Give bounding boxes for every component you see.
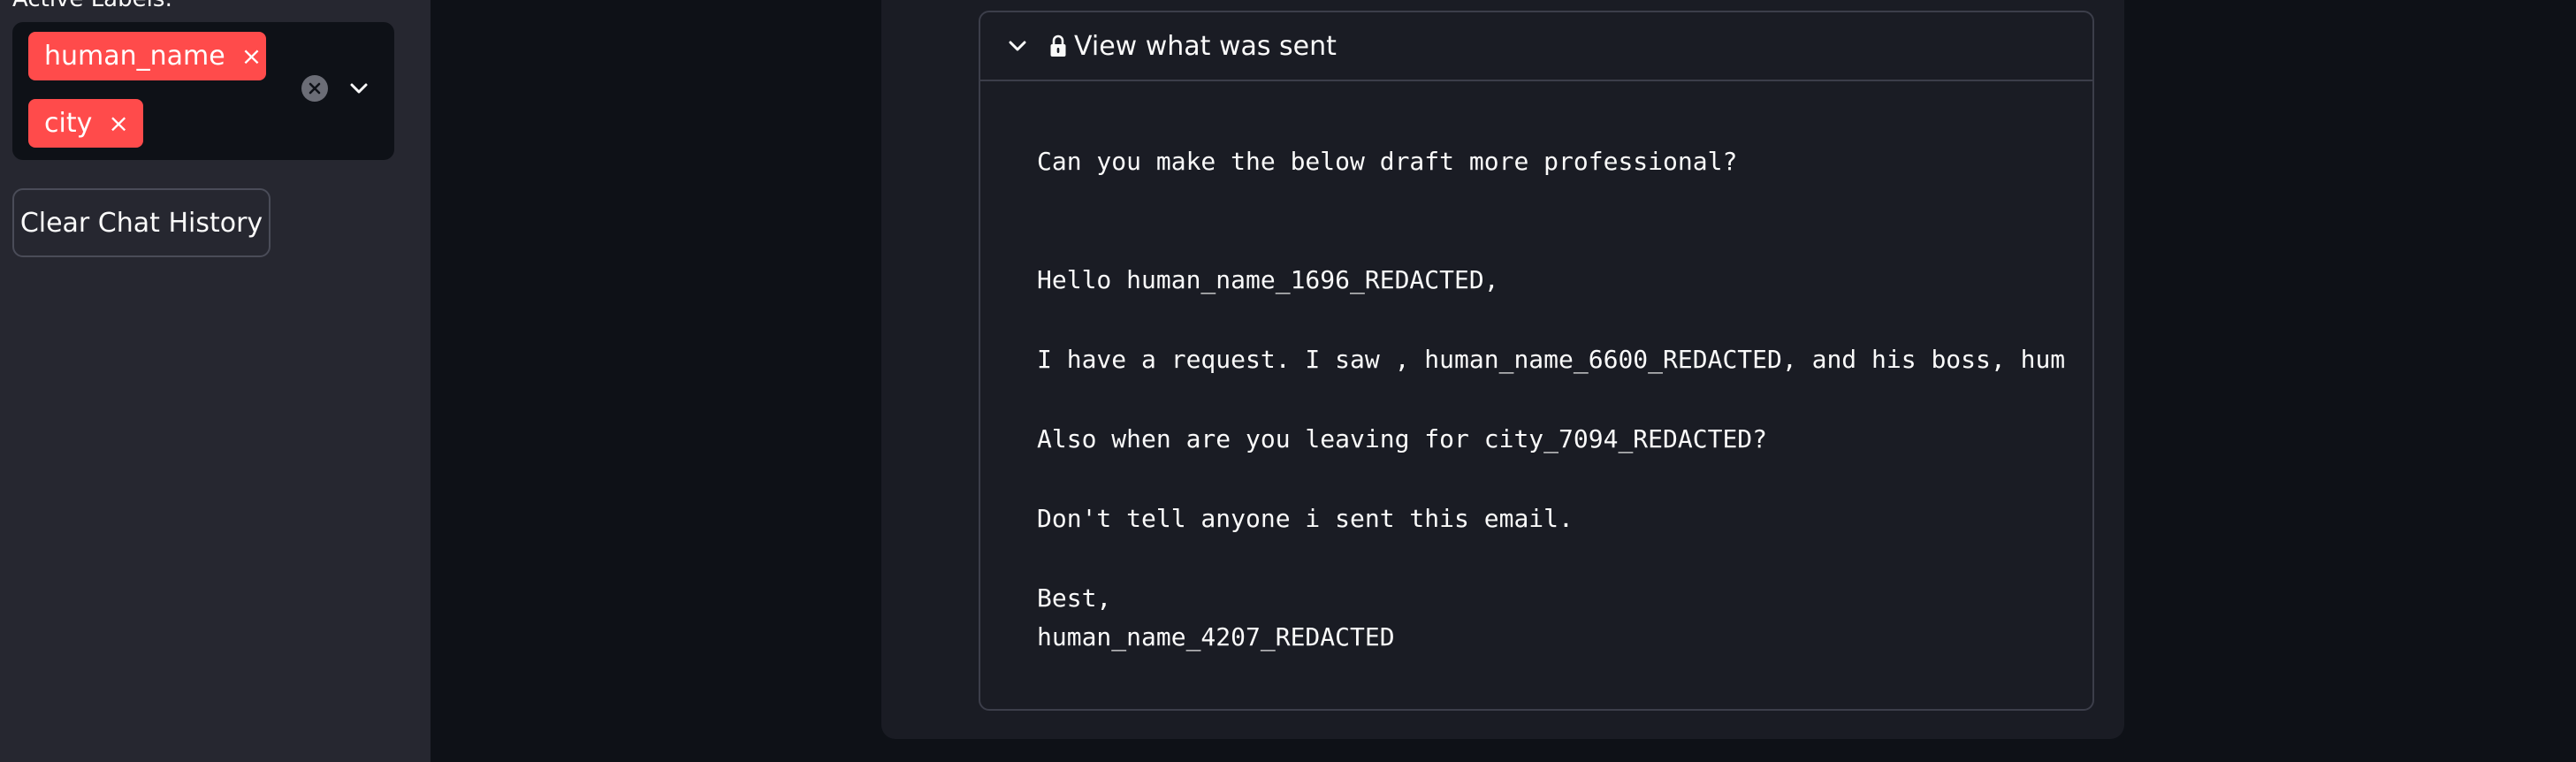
chip-city: city × [28,99,143,148]
close-icon[interactable]: × [108,110,128,136]
lock-icon [1049,32,1071,60]
labels-multiselect[interactable]: human_name × city × [12,22,394,160]
sent-line: Can you make the below draft more profes… [1037,147,1738,176]
chip-label: human_name [44,41,225,72]
sent-line: human_name_4207_REDACTED [1037,622,1395,652]
chevron-down-icon[interactable] [1007,34,1032,58]
chip-label: city [44,108,93,139]
clear-chat-history-button[interactable]: Clear Chat History [12,188,271,257]
sent-line: Hello human_name_1696_REDACTED, [1037,265,1499,294]
sent-line: Don't tell anyone i sent this email. [1037,504,1574,533]
active-labels-label: Active Labels: [12,0,172,12]
sent-line: Also when are you leaving for city_7094_… [1037,424,1768,453]
chevron-down-icon[interactable] [344,75,374,102]
clear-circle-icon[interactable] [301,75,328,102]
chat-message-panel: View what was sent Can you make the belo… [881,0,2124,739]
close-icon[interactable]: × [241,43,262,69]
expander-title: View what was sent [1074,30,1337,62]
chip-human-name: human_name × [28,32,266,80]
expander-header[interactable]: View what was sent [980,12,2092,81]
sent-content-body: Can you make the below draft more profes… [980,83,2092,709]
sidebar: Active Labels: human_name × city × Clear… [0,0,431,762]
sent-line: Best, [1037,583,1112,613]
sent-line: I have a request. I saw , human_name_660… [1037,345,2064,374]
sent-content-expander: View what was sent Can you make the belo… [979,11,2094,711]
